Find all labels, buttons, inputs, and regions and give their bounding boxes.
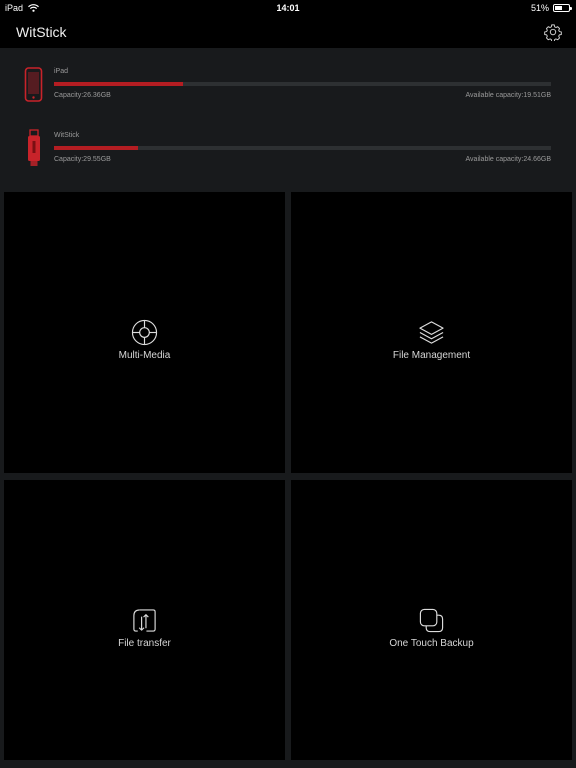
capacity-bar — [54, 146, 551, 150]
battery-level — [555, 6, 562, 10]
status-right: 51% — [530, 3, 572, 13]
capacity-total: Capacity:26.36GB — [54, 92, 111, 99]
aperture-icon — [131, 319, 158, 346]
capacity-bar-fill — [54, 146, 139, 150]
usb-stick-icon — [28, 129, 40, 166]
nav-bar: WitStick — [0, 16, 576, 48]
backup-icon — [419, 608, 444, 633]
capacity-available: Available capacity:24.66GB — [465, 156, 551, 163]
tile-one-touch-backup[interactable]: One Touch Backup — [291, 480, 572, 761]
tile-label: One Touch Backup — [389, 638, 474, 649]
capacity-bar — [54, 82, 551, 86]
storage-panel: iPad Capacity:26.36GB Available capacity… — [0, 48, 576, 188]
tile-label: File Management — [392, 350, 471, 361]
layers-icon — [419, 321, 444, 344]
transfer-icon — [133, 609, 156, 632]
device-ipad: iPad Capacity:26.36GB Available capacity… — [0, 62, 576, 112]
tile-label: Multi-Media — [118, 350, 171, 361]
status-bar: iPad 14:01 51% — [0, 0, 576, 16]
tile-label: File transfer — [118, 638, 171, 649]
app-title: WitStick — [16, 24, 67, 40]
gear-icon[interactable] — [544, 23, 562, 41]
capacity-available: Available capacity:19.51GB — [465, 92, 551, 99]
tile-multi-media[interactable]: Multi-Media — [4, 192, 285, 473]
battery-icon — [553, 4, 572, 12]
device-name: WitStick — [54, 132, 80, 139]
capacity-total: Capacity:29.55GB — [54, 156, 111, 163]
device-name: iPad — [54, 68, 69, 75]
device-witstick: WitStick Capacity:29.55GB Available capa… — [0, 126, 576, 176]
tile-file-management[interactable]: File Management — [291, 192, 572, 473]
tile-file-transfer[interactable]: File transfer — [4, 480, 285, 761]
battery-percent: 51% — [530, 3, 549, 13]
capacity-bar-fill — [54, 82, 184, 86]
tablet-icon — [24, 67, 43, 102]
status-time: 14:01 — [276, 3, 300, 13]
bottom-strip — [0, 760, 576, 768]
